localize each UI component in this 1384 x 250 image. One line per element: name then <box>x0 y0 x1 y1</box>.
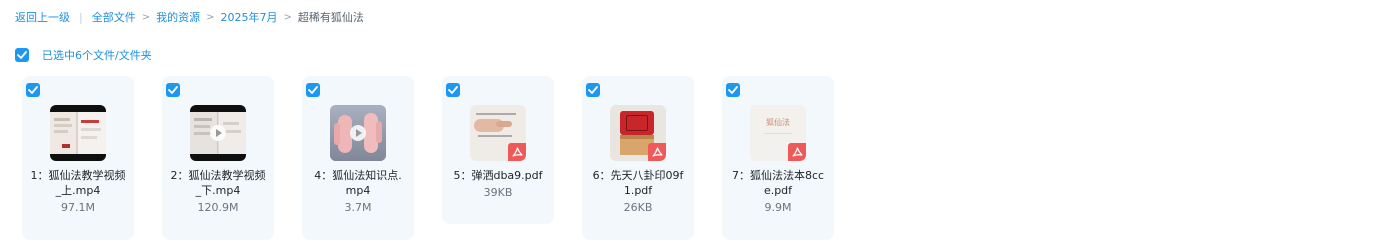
file-name[interactable]: 6：先天八卦印09f1.pdf <box>590 168 686 198</box>
file-card[interactable]: 4：狐仙法知识点.mp4 3.7M <box>302 76 414 240</box>
checkbox-checked-icon <box>448 86 458 94</box>
pdf-thumbnail[interactable] <box>610 105 666 161</box>
checkbox-checked-icon <box>28 86 38 94</box>
breadcrumb-divider: | <box>79 10 83 24</box>
select-all-checkbox[interactable] <box>15 48 29 62</box>
file-name[interactable]: 5：弹洒dba9.pdf <box>450 168 546 183</box>
file-size: 3.7M <box>344 201 372 214</box>
breadcrumb-separator: > <box>141 11 151 23</box>
file-checkbox[interactable] <box>586 83 600 97</box>
play-icon <box>350 125 366 141</box>
checkbox-checked-icon <box>17 51 27 59</box>
file-card[interactable]: 1：狐仙法教学视频_上.mp4 97.1M <box>22 76 134 240</box>
file-name[interactable]: 4：狐仙法知识点.mp4 <box>310 168 406 198</box>
breadcrumb-item-month[interactable]: 2025年7月 <box>221 9 278 25</box>
play-icon <box>210 125 226 141</box>
selection-bar: 已选中6个文件/文件夹 <box>15 47 152 63</box>
selection-count-label: 已选中6个文件/文件夹 <box>42 49 152 62</box>
checkbox-checked-icon <box>588 86 598 94</box>
file-checkbox[interactable] <box>446 83 460 97</box>
file-card[interactable]: 6：先天八卦印09f1.pdf 26KB <box>582 76 694 240</box>
video-thumbnail[interactable] <box>50 105 106 161</box>
breadcrumb-separator: > <box>206 11 215 23</box>
back-link[interactable]: 返回上一级 <box>15 9 70 25</box>
breadcrumb-item-all-files[interactable]: 全部文件 <box>92 9 136 25</box>
breadcrumb-item-current: 超稀有狐仙法 <box>297 11 364 24</box>
file-checkbox[interactable] <box>306 83 320 97</box>
pdf-thumbnail[interactable]: 狐仙法 <box>750 105 806 161</box>
checkbox-checked-icon <box>308 86 318 94</box>
video-thumbnail[interactable] <box>190 105 246 161</box>
file-checkbox[interactable] <box>26 83 40 97</box>
video-frame <box>50 112 106 154</box>
file-checkbox[interactable] <box>166 83 180 97</box>
file-size: 120.9M <box>197 201 239 214</box>
pdf-thumbnail[interactable] <box>470 105 526 161</box>
file-checkbox[interactable] <box>726 83 740 97</box>
file-size: 39KB <box>483 186 513 199</box>
file-card[interactable]: 5：弹洒dba9.pdf 39KB <box>442 76 554 224</box>
checkbox-checked-icon <box>168 86 178 94</box>
file-size: 9.9M <box>764 201 792 214</box>
breadcrumb-separator: > <box>283 11 292 23</box>
pdf-icon <box>508 143 526 161</box>
file-size: 26KB <box>623 201 653 214</box>
pdf-icon <box>788 143 806 161</box>
file-name[interactable]: 7：狐仙法法本8cce.pdf <box>730 168 826 198</box>
file-card[interactable]: 2：狐仙法教学视频_下.mp4 120.9M <box>162 76 274 240</box>
thumbnail-title: 狐仙法 <box>766 118 790 127</box>
file-name[interactable]: 2：狐仙法教学视频_下.mp4 <box>170 168 266 198</box>
breadcrumb: 返回上一级 | 全部文件 > 我的资源 > 2025年7月 > 超稀有狐仙法 <box>15 8 364 26</box>
file-size: 97.1M <box>61 201 95 214</box>
file-card[interactable]: 狐仙法 7：狐仙法法本8cce.pdf 9.9M <box>722 76 834 240</box>
pdf-icon <box>648 143 666 161</box>
checkbox-checked-icon <box>728 86 738 94</box>
file-name[interactable]: 1：狐仙法教学视频_上.mp4 <box>30 168 126 198</box>
breadcrumb-item-my-resources[interactable]: 我的资源 <box>156 9 200 25</box>
video-thumbnail[interactable] <box>330 105 386 161</box>
